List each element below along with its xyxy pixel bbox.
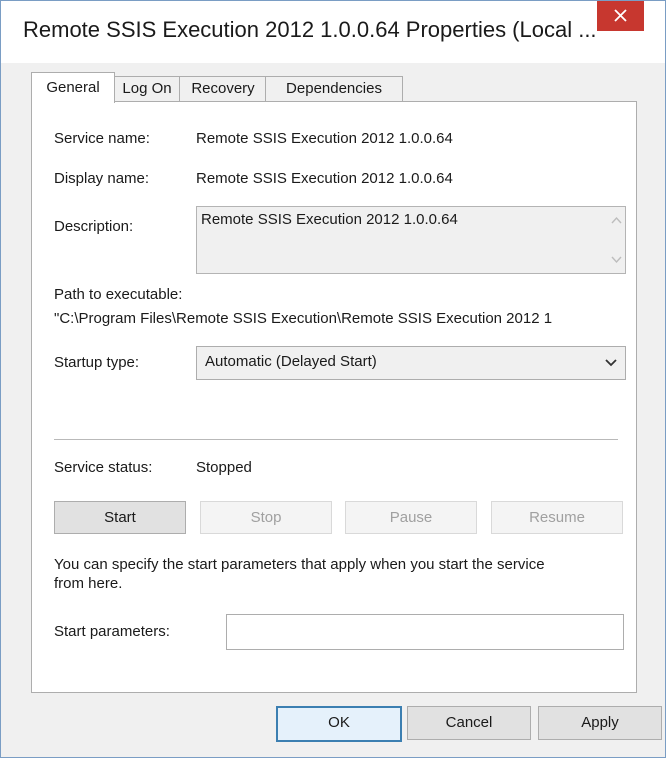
resume-button[interactable]: Resume — [491, 501, 623, 534]
chevron-down-icon — [605, 359, 617, 367]
description-value: Remote SSIS Execution 2012 1.0.0.64 — [201, 211, 458, 228]
startup-type-select[interactable]: Automatic (Delayed Start) — [196, 346, 626, 380]
start-parameters-input[interactable] — [226, 614, 624, 650]
display-name-label: Display name: — [54, 170, 150, 187]
scroll-up-icon[interactable] — [608, 211, 625, 231]
pause-button[interactable]: Pause — [345, 501, 477, 534]
start-parameters-hint-line1: You can specify the start parameters tha… — [54, 556, 545, 573]
close-icon — [614, 9, 627, 22]
service-status-label: Service status: — [54, 459, 153, 476]
description-label: Description: — [54, 218, 134, 235]
title-bar[interactable]: Remote SSIS Execution 2012 1.0.0.64 Prop… — [1, 1, 665, 63]
cancel-button[interactable]: Cancel — [407, 706, 531, 740]
tab-log-on[interactable]: Log On — [113, 76, 181, 101]
path-value: "C:\Program Files\Remote SSIS Execution\… — [54, 310, 553, 327]
general-panel: Service name: Remote SSIS Execution 2012… — [31, 101, 637, 693]
tab-recovery[interactable]: Recovery — [179, 76, 267, 101]
start-parameters-label: Start parameters: — [54, 623, 170, 640]
close-button[interactable] — [597, 1, 644, 31]
service-name-label: Service name: — [54, 130, 150, 147]
stop-button[interactable]: Stop — [200, 501, 332, 534]
start-parameters-hint-line2: from here. — [54, 575, 123, 592]
start-button[interactable]: Start — [54, 501, 186, 534]
apply-button[interactable]: Apply — [538, 706, 662, 740]
window-title: Remote SSIS Execution 2012 1.0.0.64 Prop… — [23, 17, 597, 42]
tab-general[interactable]: General — [31, 72, 115, 103]
description-box[interactable]: Remote SSIS Execution 2012 1.0.0.64 — [196, 206, 626, 274]
ok-button[interactable]: OK — [276, 706, 402, 742]
startup-type-label: Startup type: — [54, 354, 140, 371]
divider — [54, 439, 618, 440]
service-name-value: Remote SSIS Execution 2012 1.0.0.64 — [196, 130, 453, 147]
tab-dependencies[interactable]: Dependencies — [265, 76, 403, 101]
description-scrollbar[interactable] — [608, 207, 625, 273]
path-label: Path to executable: — [54, 286, 183, 303]
properties-dialog: Remote SSIS Execution 2012 1.0.0.64 Prop… — [0, 0, 666, 758]
display-name-value: Remote SSIS Execution 2012 1.0.0.64 — [196, 170, 453, 187]
scroll-down-icon[interactable] — [608, 249, 625, 269]
service-status-value: Stopped — [196, 459, 252, 476]
startup-type-value: Automatic (Delayed Start) — [205, 353, 377, 370]
